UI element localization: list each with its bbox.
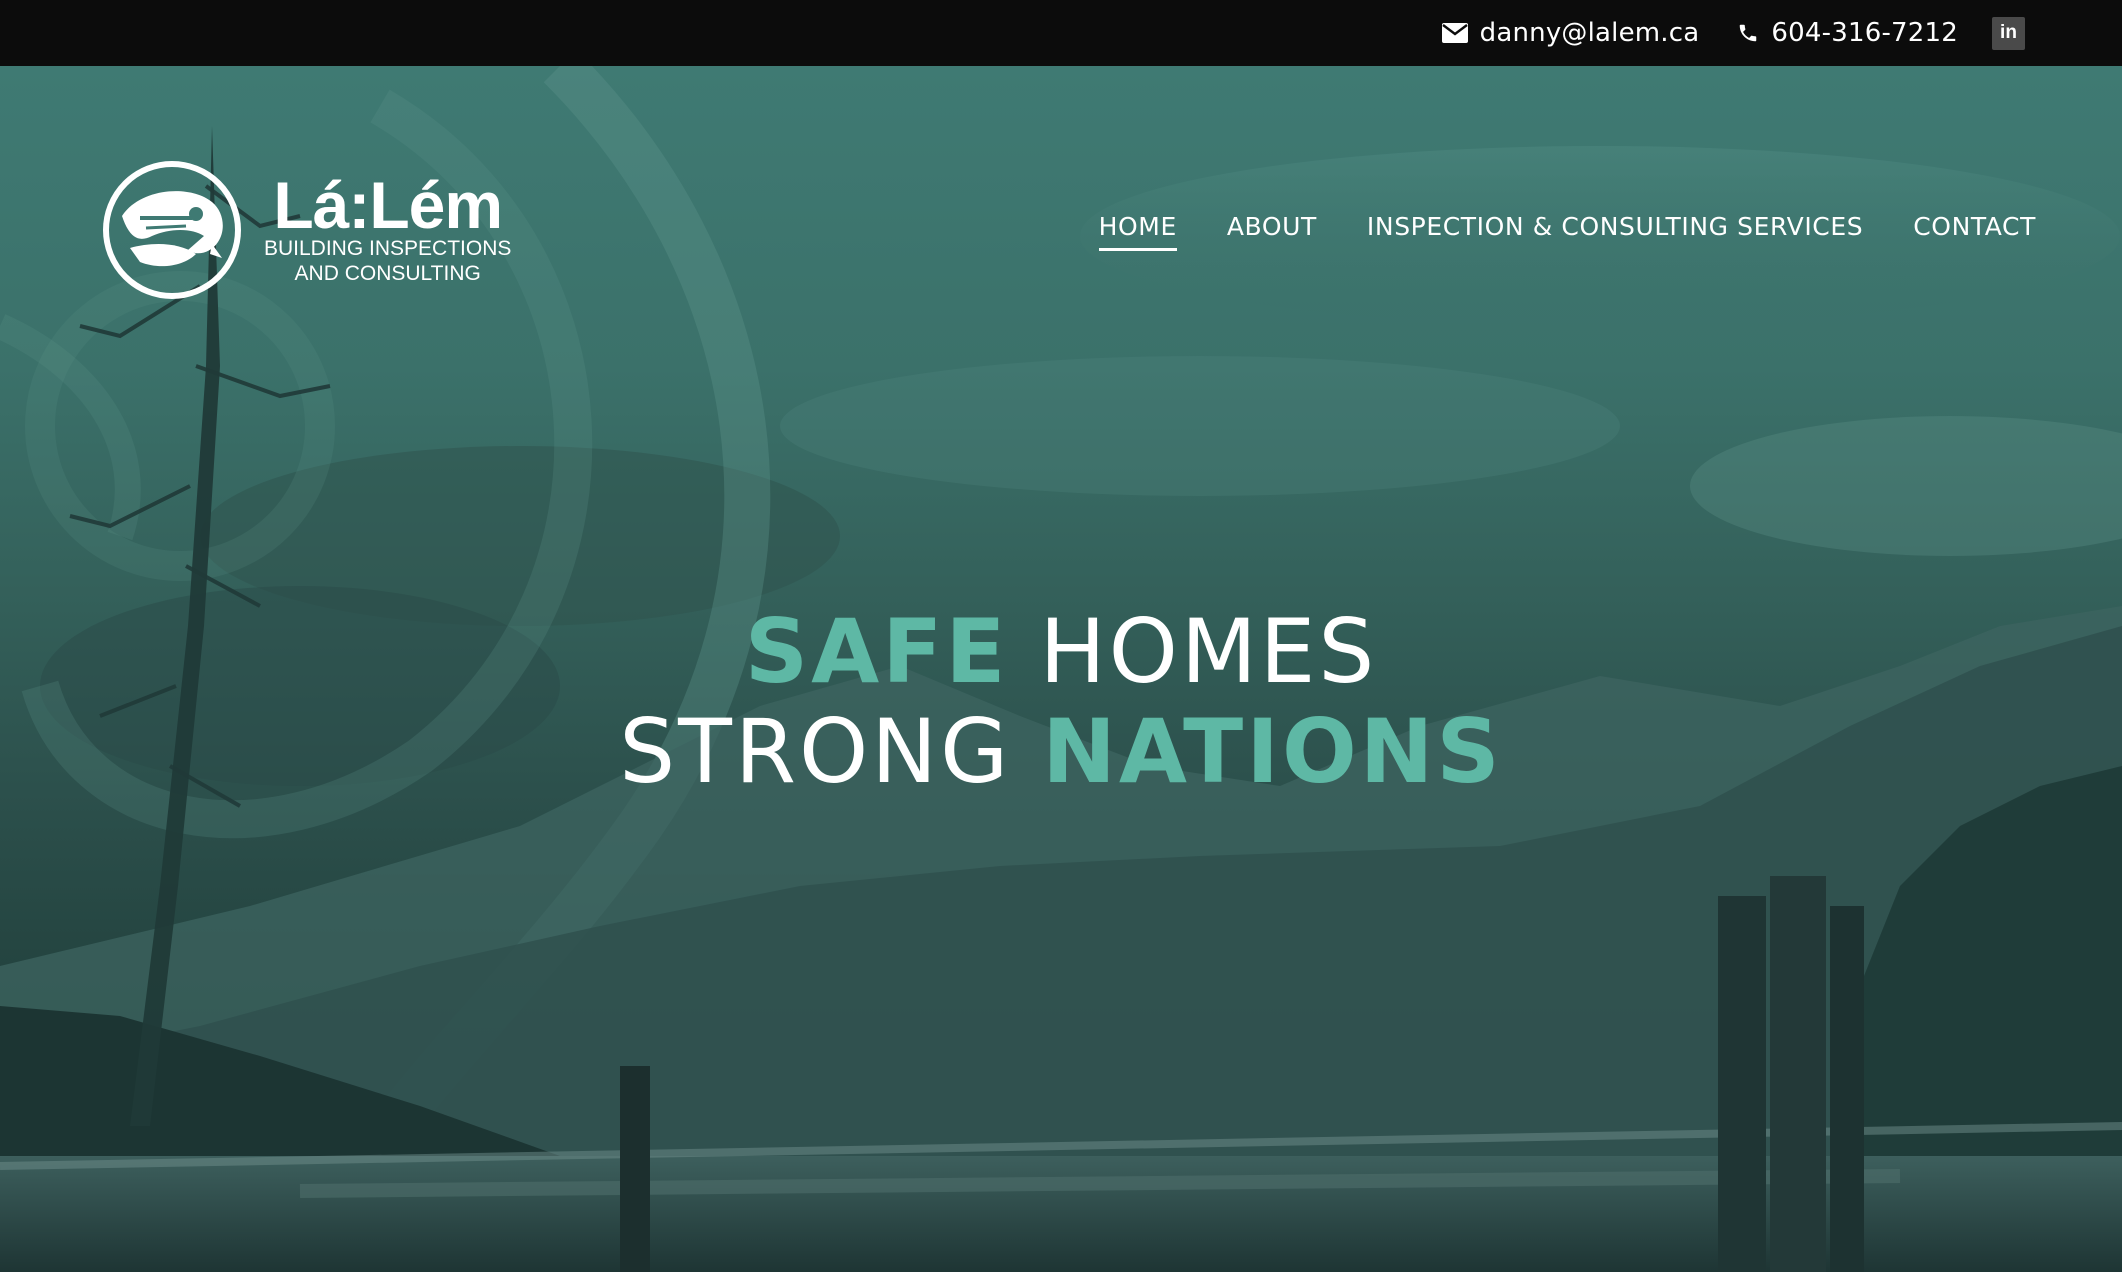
nav-item-services[interactable]: INSPECTION & CONSULTING SERVICES (1367, 212, 1863, 251)
envelope-icon (1441, 23, 1468, 43)
logo-wordmark: Lá:Lém BUILDING INSPECTIONS AND CONSULTI… (264, 168, 512, 286)
main-navigation: HOME ABOUT INSPECTION & CONSULTING SERVI… (1049, 212, 2036, 251)
headline-accent-nations: NATIONS (1042, 700, 1503, 803)
nav-item-about[interactable]: ABOUT (1227, 212, 1317, 251)
hero-section: Lá:Lém BUILDING INSPECTIONS AND CONSULTI… (0, 66, 2122, 1272)
nav-item-contact[interactable]: CONTACT (1913, 212, 2036, 251)
linkedin-label: in (2000, 22, 2017, 43)
headline-line-2: STRONG NATIONS (0, 702, 2122, 802)
email-text: danny@lalem.ca (1479, 18, 1700, 48)
brand-subtitle-line1: BUILDING INSPECTIONS (264, 237, 512, 260)
headline-accent-safe: SAFE (744, 600, 1009, 703)
site-logo[interactable]: Lá:Lém BUILDING INSPECTIONS AND CONSULTI… (100, 158, 511, 302)
eagle-emblem-icon (103, 161, 241, 299)
headline-line-1: SAFE HOMES (0, 602, 2122, 702)
headline-strong: STRONG (619, 700, 1012, 803)
hero-headline: SAFE HOMES STRONG NATIONS (0, 602, 2122, 802)
top-contact-bar: danny@lalem.ca 604-316-7212 in (0, 0, 2122, 66)
phone-text: 604-316-7212 (1771, 18, 1958, 48)
phone-link[interactable]: 604-316-7212 (1737, 18, 1958, 48)
brand-name: Lá:Lém (273, 168, 503, 242)
phone-icon (1737, 22, 1759, 44)
email-link[interactable]: danny@lalem.ca (1441, 18, 1700, 48)
nav-item-home[interactable]: HOME (1098, 212, 1178, 251)
linkedin-icon[interactable]: in (1992, 16, 2025, 50)
brand-subtitle-line2: AND CONSULTING (294, 262, 481, 285)
headline-homes: HOMES (1039, 600, 1378, 703)
